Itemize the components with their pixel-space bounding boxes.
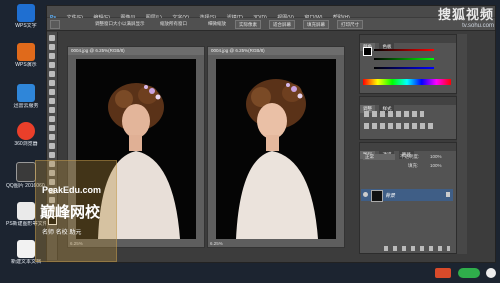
brush-tool-icon[interactable] [49, 98, 55, 104]
zoom-tool-icon[interactable] [50, 20, 60, 29]
color-spectrum[interactable] [363, 79, 451, 85]
tray-misc-icon[interactable] [486, 268, 496, 278]
fill-value[interactable]: 100% [430, 163, 442, 168]
document-icon [17, 202, 35, 220]
fit-screen-button[interactable]: 适合屏幕 [269, 20, 295, 29]
print-size-button[interactable]: 打印尺寸 [337, 20, 363, 29]
gradient-tool-icon[interactable] [49, 134, 55, 140]
menu-bar: Ps 文件(F) 编辑(E) 图像(I) 图层(L) 文字(Y) 选择(S) 滤… [47, 6, 495, 21]
layer-thumbnail [371, 190, 383, 202]
document-tab[interactable]: 0004.jpg @ 6.25%(RGB/8) [68, 47, 204, 55]
adjustments-panel: 调整 样式 [359, 96, 457, 140]
actual-pixels-button[interactable]: 实际像素 [235, 20, 261, 29]
layers-panel: 图层 通道 路径 正常 不透明度: 100% 填充: 100% 背景 [359, 142, 457, 254]
eye-icon[interactable] [363, 192, 368, 197]
panel-dock-strip [457, 34, 467, 254]
input-method-icon[interactable] [435, 268, 452, 278]
stamp-tool-icon[interactable] [49, 107, 55, 113]
green-slider[interactable] [374, 58, 434, 60]
options-bar: 调整窗口大小以满屏显示 缩放所有窗口 细微缩放 实际像素 适合屏幕 填充屏幕 打… [47, 18, 495, 31]
move-tool-icon[interactable] [49, 35, 55, 41]
image-canvas[interactable] [216, 59, 336, 239]
healing-tool-icon[interactable] [49, 89, 55, 95]
quick-select-tool-icon[interactable] [49, 62, 55, 68]
lasso-tool-icon[interactable] [49, 53, 55, 59]
wps-present-icon [17, 43, 35, 61]
image-file-icon [16, 162, 36, 182]
system-tray [435, 265, 496, 278]
zoom-level: 6.25% [210, 241, 223, 246]
eraser-tool-icon[interactable] [49, 125, 55, 131]
adjustment-icons-row-1[interactable] [364, 111, 424, 117]
blend-mode-select[interactable]: 正常 [363, 154, 395, 160]
red-slider[interactable] [374, 49, 434, 51]
zoom-all-windows-checkbox[interactable]: 缩放所有窗口 [157, 20, 190, 27]
resize-windows-checkbox[interactable]: 调整窗口大小以满屏显示 [92, 20, 148, 27]
portrait-photo-right [236, 79, 318, 239]
blur-tool-icon[interactable] [49, 143, 55, 149]
document-tab[interactable]: 0004.jpg @ 6.25%(RGB/8) [208, 47, 344, 55]
security-badge-icon[interactable] [457, 268, 480, 278]
fill-screen-button[interactable]: 填充屏幕 [303, 20, 329, 29]
desktop-icon-wps-present[interactable]: WPS演示 [6, 43, 46, 68]
desktop-icon-wps-writer[interactable]: WPS文字 [6, 4, 46, 29]
desktop-icon-browser[interactable]: 360浏览器 [6, 122, 46, 147]
history-brush-icon[interactable] [49, 116, 55, 122]
crop-tool-icon[interactable] [49, 71, 55, 77]
marquee-tool-icon[interactable] [49, 44, 55, 50]
layer-row[interactable]: 背景 [361, 189, 453, 202]
opacity-value[interactable]: 100% [430, 154, 442, 159]
document-window-right[interactable]: 0004.jpg @ 6.25%(RGB/8) 6.25% [207, 46, 345, 248]
opacity-label: 不透明度: [400, 154, 420, 159]
eyedropper-tool-icon[interactable] [49, 80, 55, 86]
desktop-icon-cloud[interactable]: 迅雷云服务 [6, 84, 46, 109]
layer-actions-bar[interactable] [384, 246, 450, 251]
fg-color-swatch[interactable] [363, 47, 372, 56]
cloud-service-icon [17, 84, 35, 102]
fill-label: 填充: [408, 163, 419, 168]
browser-icon [17, 122, 35, 140]
wps-writer-icon [17, 4, 35, 22]
layer-name[interactable]: 背景 [385, 192, 395, 199]
peakedu-watermark: PeakEdu.com 巅峰网校 名师 名校 助元 [35, 160, 117, 262]
scrubby-zoom-checkbox[interactable]: 细微缩放 [205, 20, 229, 27]
blue-slider[interactable] [374, 67, 434, 69]
text-file-icon [17, 240, 35, 258]
dodge-tool-icon[interactable] [49, 152, 55, 158]
lock-icon [446, 192, 450, 197]
color-panel: 颜色 色板 [359, 34, 457, 94]
adjustment-icons-row-2[interactable] [364, 123, 434, 129]
sohu-logo: 搜狐视频 tv.sohu.com [437, 7, 494, 29]
